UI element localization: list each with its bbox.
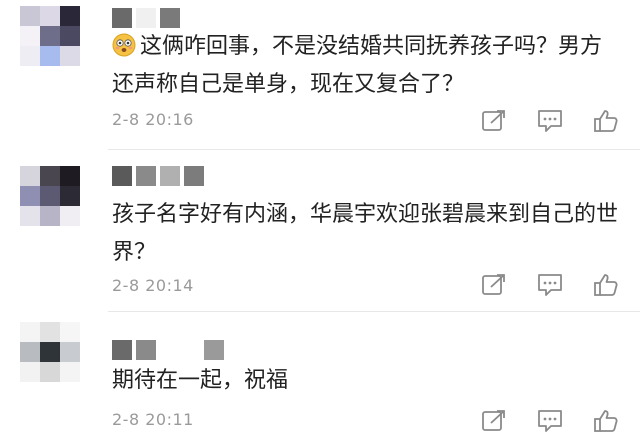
comment-text: 孩子名字好有内涵，华晨宇欢迎张碧晨来到自己的世界？	[112, 196, 622, 272]
comment-actions	[480, 108, 620, 134]
comment-body: 期待在一起，祝福	[112, 368, 289, 393]
reply-icon[interactable]	[536, 108, 564, 134]
thumbs-up-icon[interactable]	[592, 272, 620, 298]
comment-item: 这俩咋回事，不是没结婚共同抚养孩子吗？男方还声称自己是单身，现在又复合了？ 2-…	[0, 0, 640, 150]
username[interactable]	[112, 8, 180, 28]
flushed-face-icon	[112, 32, 136, 57]
reply-icon[interactable]	[536, 272, 564, 298]
comment-text: 这俩咋回事，不是没结婚共同抚养孩子吗？男方还声称自己是单身，现在又复合了？	[112, 28, 622, 104]
thumbs-up-icon[interactable]	[592, 108, 620, 134]
avatar[interactable]	[20, 166, 80, 226]
thumbs-up-icon[interactable]	[592, 408, 620, 434]
avatar[interactable]	[20, 322, 80, 382]
comment-time: 2-8 20:14	[112, 276, 194, 295]
comment-actions	[480, 408, 620, 434]
share-icon[interactable]	[480, 108, 508, 134]
comment-text: 期待在一起，祝福	[112, 362, 622, 400]
username[interactable]	[112, 166, 204, 186]
avatar[interactable]	[20, 6, 80, 66]
share-icon[interactable]	[480, 408, 508, 434]
comment-time: 2-8 20:16	[112, 110, 194, 129]
comment-feed: 这俩咋回事，不是没结婚共同抚养孩子吗？男方还声称自己是单身，现在又复合了？ 2-…	[0, 0, 640, 438]
comment-time: 2-8 20:11	[112, 410, 194, 429]
comment-actions	[480, 272, 620, 298]
username[interactable]	[112, 340, 224, 360]
comment-body: 孩子名字好有内涵，华晨宇欢迎张碧晨来到自己的世界？	[112, 202, 619, 265]
share-icon[interactable]	[480, 272, 508, 298]
comment-item: 期待在一起，祝福 2-8 20:11	[0, 312, 640, 438]
reply-icon[interactable]	[536, 408, 564, 434]
comment-body: 这俩咋回事，不是没结婚共同抚养孩子吗？男方还声称自己是单身，现在又复合了？	[112, 34, 603, 97]
comment-item: 孩子名字好有内涵，华晨宇欢迎张碧晨来到自己的世界？ 2-8 20:14	[0, 150, 640, 312]
